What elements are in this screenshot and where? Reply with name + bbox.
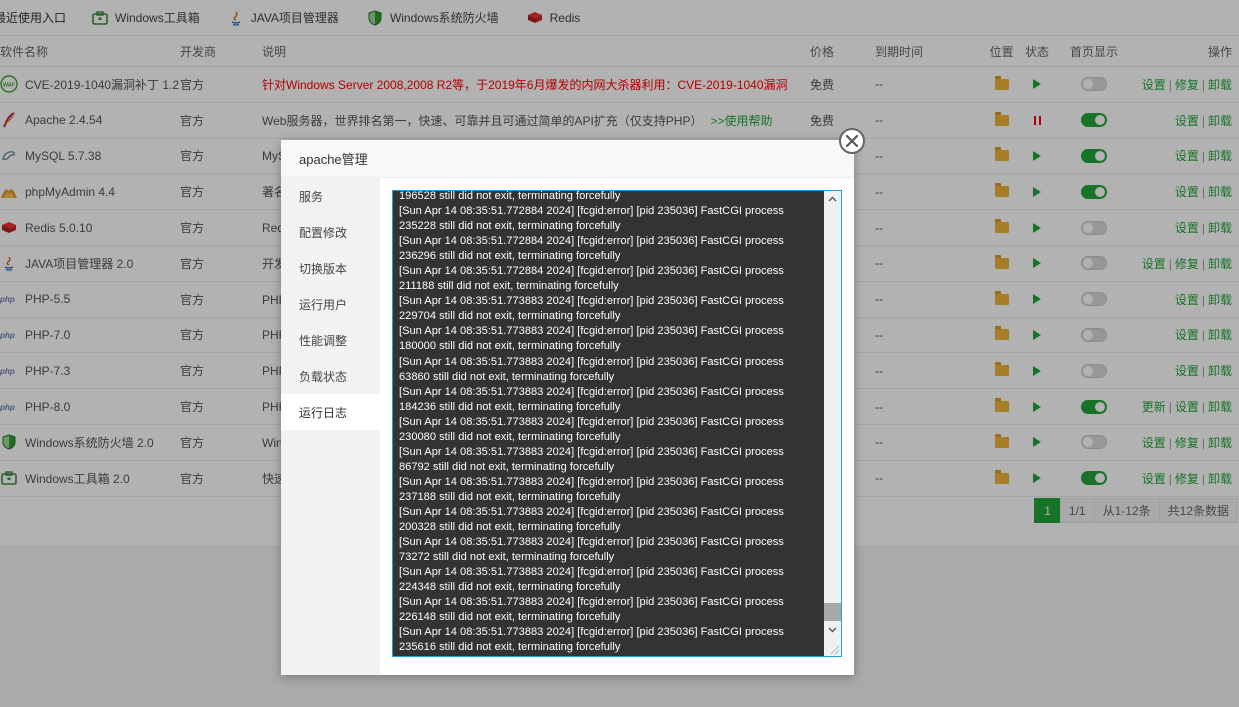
log-line: 235616 still did not exit, terminating f… bbox=[399, 641, 621, 654]
log-line: [Sun Apr 14 08:35:51.772884 2024] [fcgid… bbox=[399, 235, 784, 248]
scroll-thumb[interactable] bbox=[824, 603, 841, 621]
log-line: 73272 still did not exit, terminating fo… bbox=[399, 551, 615, 564]
log-line: [Sun Apr 14 08:35:51.772884 2024] [fcgid… bbox=[399, 265, 784, 278]
log-textarea[interactable]: 196528 still did not exit, terminating f… bbox=[392, 190, 842, 657]
log-line: 196528 still did not exit, terminating f… bbox=[399, 190, 621, 202]
dialog-menu-item[interactable]: 负载状态 bbox=[281, 358, 380, 394]
log-line: 226148 still did not exit, terminating f… bbox=[399, 611, 621, 624]
log-line: [Sun Apr 14 08:35:51.773883 2024] [fcgid… bbox=[399, 475, 784, 488]
scroll-down-icon[interactable] bbox=[828, 625, 837, 634]
close-button[interactable] bbox=[839, 128, 865, 154]
log-line: 236296 still did not exit, terminating f… bbox=[399, 250, 621, 263]
log-content: 196528 still did not exit, terminating f… bbox=[399, 190, 823, 655]
dialog-menu-item[interactable]: 性能调整 bbox=[281, 322, 380, 358]
log-line: [Sun Apr 14 08:35:51.773883 2024] [fcgid… bbox=[399, 295, 784, 308]
log-scrollbar[interactable] bbox=[824, 191, 841, 656]
dialog-menu-item[interactable]: 运行用户 bbox=[281, 286, 380, 322]
dialog-title: apache管理 bbox=[299, 152, 368, 167]
close-icon bbox=[846, 135, 858, 147]
log-line: [Sun Apr 14 08:35:51.772884 2024] [fcgid… bbox=[399, 205, 784, 218]
dialog-menu-item[interactable]: 配置修改 bbox=[281, 214, 380, 250]
log-line: [Sun Apr 14 08:35:51.773883 2024] [fcgid… bbox=[399, 355, 784, 368]
log-line: 237188 still did not exit, terminating f… bbox=[399, 490, 621, 503]
log-line: 230080 still did not exit, terminating f… bbox=[399, 430, 621, 443]
log-line: 200328 still did not exit, terminating f… bbox=[399, 521, 621, 534]
log-line: 86792 still did not exit, terminating fo… bbox=[399, 460, 615, 473]
log-line: [Sun Apr 14 08:35:51.773883 2024] [fcgid… bbox=[399, 566, 784, 579]
log-line: [Sun Apr 14 08:35:51.773883 2024] [fcgid… bbox=[399, 596, 784, 609]
log-line: [Sun Apr 14 08:35:51.773883 2024] [fcgid… bbox=[399, 325, 784, 338]
dialog-side-menu: 服务 配置修改 切换版本 运行用户 性能调整 负载状态 运行日志 bbox=[281, 178, 380, 675]
log-line: 211188 still did not exit, terminating f… bbox=[399, 280, 619, 293]
log-line: [Sun Apr 14 08:35:51.773883 2024] [fcgid… bbox=[399, 445, 784, 458]
dialog-menu-item[interactable]: 切换版本 bbox=[281, 250, 380, 286]
log-line: [Sun Apr 14 08:35:51.773883 2024] [fcgid… bbox=[399, 385, 784, 398]
log-line: 229704 still did not exit, terminating f… bbox=[399, 310, 621, 323]
dialog-menu-item[interactable]: 运行日志 bbox=[281, 394, 380, 430]
log-line: [Sun Apr 14 08:35:51.773883 2024] [fcgid… bbox=[399, 626, 784, 639]
log-line: [Sun Apr 14 08:35:51.773883 2024] [fcgid… bbox=[399, 536, 784, 549]
log-line: [Sun Apr 14 08:35:51.773883 2024] [fcgid… bbox=[399, 415, 784, 428]
dialog-header: apache管理 bbox=[281, 140, 854, 178]
log-line: 224348 still did not exit, terminating f… bbox=[399, 581, 621, 594]
log-line: [Sun Apr 14 08:35:51.773883 2024] [fcgid… bbox=[399, 505, 784, 518]
dialog-menu-item[interactable]: 服务 bbox=[281, 178, 380, 214]
resize-grip-icon[interactable] bbox=[828, 643, 840, 655]
log-line: 235228 still did not exit, terminating f… bbox=[399, 220, 621, 233]
apache-manage-dialog: apache管理 服务 配置修改 切换版本 运行用户 性能调整 负载状态 运行日志 1965… bbox=[281, 128, 865, 675]
log-line: 180000 still did not exit, terminating f… bbox=[399, 340, 621, 353]
log-line: 184236 still did not exit, terminating f… bbox=[399, 400, 621, 413]
scroll-up-icon[interactable] bbox=[828, 195, 837, 204]
log-line: 63860 still did not exit, terminating fo… bbox=[399, 370, 615, 383]
